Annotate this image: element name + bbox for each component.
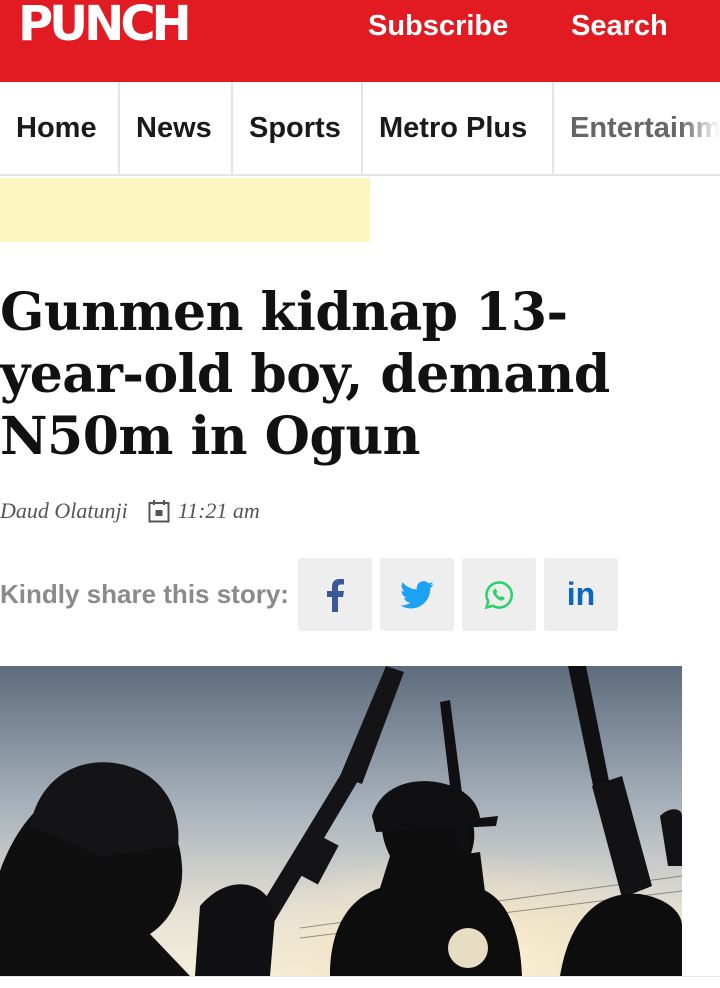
ad-placeholder	[0, 178, 370, 242]
nav-item-metro-plus[interactable]: Metro Plus	[363, 82, 554, 174]
subscribe-link[interactable]: Subscribe	[368, 8, 508, 44]
search-link[interactable]: Search	[571, 8, 668, 44]
nav-fade	[680, 82, 720, 174]
punch-logo[interactable]: PUNCH	[18, 0, 192, 50]
share-facebook-button[interactable]	[298, 558, 372, 631]
nav-item-news[interactable]: News	[120, 82, 233, 174]
site-header: PUNCH Subscribe Search	[0, 0, 720, 82]
calendar-icon	[148, 500, 170, 523]
linkedin-icon: in	[566, 576, 596, 612]
author-name[interactable]: Daud Olatunji	[0, 498, 128, 524]
publish-time: 11:21 am	[177, 498, 260, 523]
twitter-icon	[400, 580, 434, 608]
silhouette-gunmen-image	[0, 666, 682, 976]
nav-item-sports[interactable]: Sports	[233, 82, 363, 174]
main-nav: Home News Sports Metro Plus Entertainm	[0, 82, 720, 176]
bottom-bar	[0, 976, 720, 988]
article-image[interactable]	[0, 666, 682, 976]
facebook-icon	[327, 578, 344, 612]
nav-item-home[interactable]: Home	[0, 82, 120, 174]
byline: Daud Olatunji 11:21 am	[0, 496, 260, 526]
share-whatsapp-button[interactable]	[462, 558, 536, 631]
share-linkedin-button[interactable]: in	[544, 558, 618, 631]
article-headline: Gunmen kidnap 13-year-old boy, demand N5…	[0, 282, 610, 467]
whatsapp-icon	[484, 580, 513, 609]
share-label: Kindly share this story:	[0, 579, 289, 609]
share-twitter-button[interactable]	[380, 558, 454, 631]
